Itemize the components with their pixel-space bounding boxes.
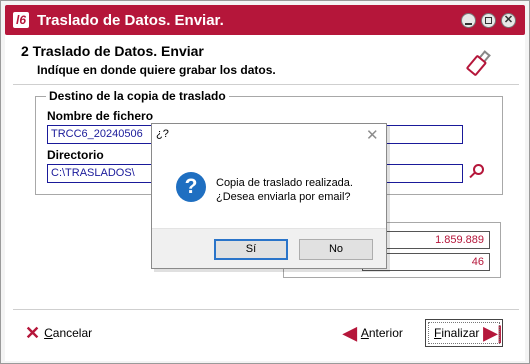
dialog-message-line1: Copia de traslado realizada. [216, 177, 353, 189]
finish-label: Finalizar [434, 326, 480, 340]
step-subtitle: Indíque en donde quiere grabar los datos… [37, 63, 276, 77]
wizard-window: l6 Traslado de Datos. Enviar. ✕ 2 Trasla… [0, 0, 530, 364]
yes-button[interactable]: Sí [214, 239, 288, 260]
dialog-footer: Sí No [152, 228, 386, 268]
dialog-message: Copia de traslado realizada. ¿Desea envi… [216, 176, 353, 204]
no-button[interactable]: No [299, 239, 373, 260]
dialog-message-line2: ¿Desea enviarla por email? [216, 191, 351, 203]
footer-divider [13, 309, 519, 310]
minimize-button[interactable] [461, 13, 476, 28]
cancel-x-icon: ✕ [25, 323, 41, 343]
finish-arrow-icon: ▶| [483, 323, 503, 343]
close-icon: ✕ [503, 14, 514, 26]
maximize-icon [485, 17, 492, 24]
maximize-button[interactable] [481, 13, 496, 28]
title-bar: l6 Traslado de Datos. Enviar. ✕ [5, 5, 525, 35]
destination-group-legend: Destino de la copia de traslado [46, 89, 229, 103]
cancel-button[interactable]: ✕ Cancelar [25, 319, 92, 347]
usb-drive-icon [465, 46, 496, 77]
search-icon[interactable] [469, 164, 485, 180]
cancel-label: Cancelar [44, 326, 93, 340]
dialog-title: ¿? [156, 128, 169, 140]
finish-button[interactable]: Finalizar ▶| [425, 319, 503, 347]
header-divider [13, 84, 519, 85]
dialog-close-icon[interactable]: ✕ [366, 126, 379, 144]
minimize-icon [465, 23, 472, 25]
back-label: Anterior [360, 326, 403, 340]
step-title: 2 Traslado de Datos. Enviar [21, 43, 204, 59]
close-window-button[interactable]: ✕ [501, 13, 516, 28]
question-icon: ? [176, 172, 206, 202]
filename-label: Nombre de fichero [47, 109, 154, 123]
app-logo-icon: l6 [13, 12, 29, 28]
arrow-left-icon: ◀ [343, 323, 357, 343]
directory-label: Directorio [47, 148, 104, 162]
confirm-dialog: ¿? ✕ ? Copia de traslado realizada. ¿Des… [151, 123, 387, 269]
back-button[interactable]: ◀ Anterior [343, 319, 403, 347]
window-title: Traslado de Datos. Enviar. [37, 12, 224, 29]
